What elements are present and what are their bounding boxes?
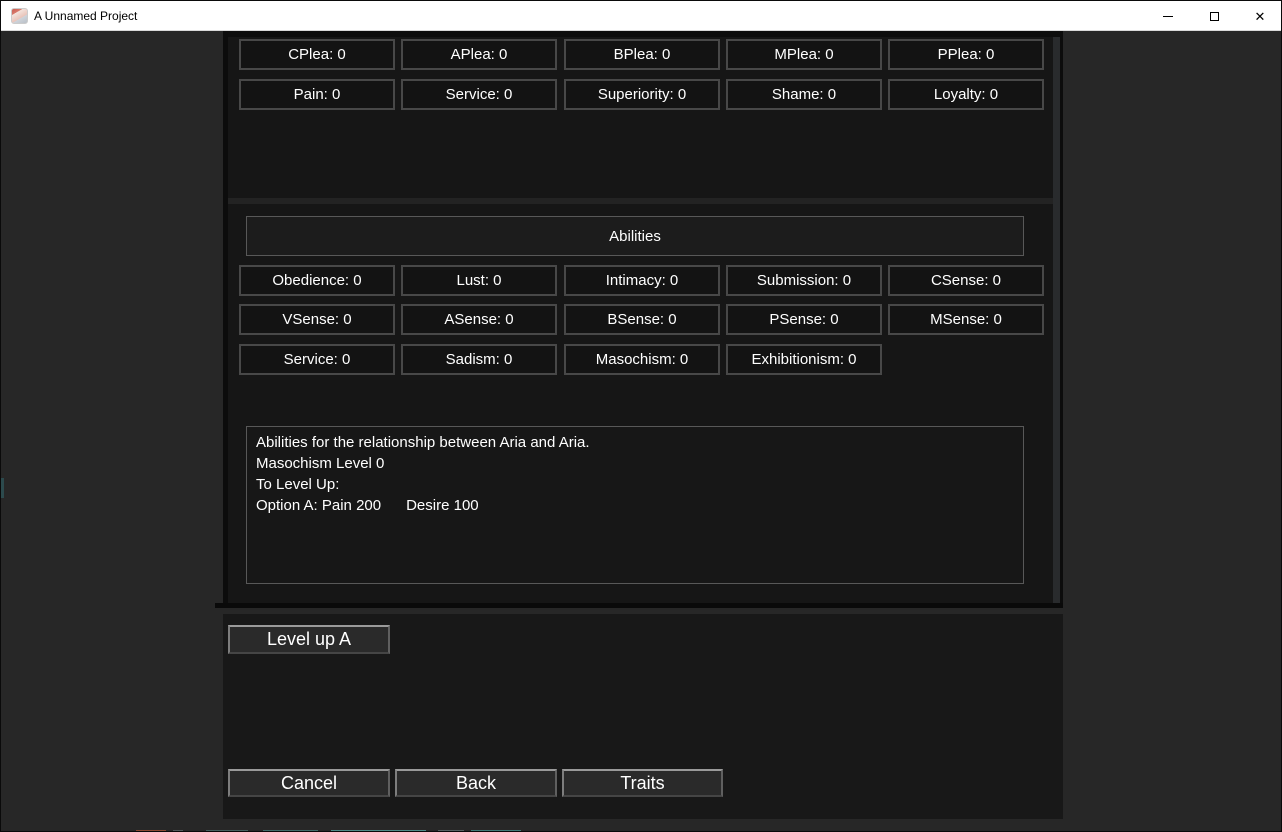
- back-button[interactable]: Back: [395, 769, 557, 797]
- ability-csense[interactable]: CSense: 0: [888, 265, 1044, 296]
- viewport-border-right: [1060, 31, 1063, 608]
- ability-masochism[interactable]: Masochism: 0: [564, 344, 720, 375]
- ability-bsense[interactable]: BSense: 0: [564, 304, 720, 335]
- stat-loyalty[interactable]: Loyalty: 0: [888, 79, 1044, 110]
- minimize-icon: [1163, 16, 1173, 17]
- titlebar[interactable]: A Unnamed Project ✕: [1, 1, 1281, 31]
- maximize-button[interactable]: [1191, 1, 1237, 31]
- description-line: Option A: Pain 200 Desire 100: [256, 495, 1014, 516]
- description-line: To Level Up:: [256, 474, 1014, 495]
- ability-exhibitionism[interactable]: Exhibitionism: 0: [726, 344, 882, 375]
- ability-obedience[interactable]: Obedience: 0: [239, 265, 395, 296]
- ability-submission[interactable]: Submission: 0: [726, 265, 882, 296]
- stat-pplea[interactable]: PPlea: 0: [888, 39, 1044, 70]
- left-edge-artifact: [1, 478, 4, 498]
- minimize-button[interactable]: [1145, 1, 1191, 31]
- ability-lust[interactable]: Lust: 0: [401, 265, 557, 296]
- ability-sadism[interactable]: Sadism: 0: [401, 344, 557, 375]
- stat-cplea[interactable]: CPlea: 0: [239, 39, 395, 70]
- stat-superiority[interactable]: Superiority: 0: [564, 79, 720, 110]
- description-line: Abilities for the relationship between A…: [256, 432, 1014, 453]
- maximize-icon: [1210, 12, 1219, 21]
- stat-shame[interactable]: Shame: 0: [726, 79, 882, 110]
- ability-psense[interactable]: PSense: 0: [726, 304, 882, 335]
- level-up-a-button[interactable]: Level up A: [228, 625, 390, 654]
- cancel-button[interactable]: Cancel: [228, 769, 390, 797]
- vertical-scrollbar[interactable]: [1053, 37, 1060, 603]
- ability-service[interactable]: Service: 0: [239, 344, 395, 375]
- app-window: A Unnamed Project ✕ CPlea: 0 APlea: 0 BP…: [0, 0, 1282, 832]
- ability-msense[interactable]: MSense: 0: [888, 304, 1044, 335]
- ability-description: Abilities for the relationship between A…: [246, 426, 1024, 584]
- viewport-border-left: [223, 31, 228, 608]
- close-icon: ✕: [1255, 10, 1266, 23]
- description-line: Masochism Level 0: [256, 453, 1014, 474]
- ability-asense[interactable]: ASense: 0: [401, 304, 557, 335]
- ability-intimacy[interactable]: Intimacy: 0: [564, 265, 720, 296]
- stat-aplea[interactable]: APlea: 0: [401, 39, 557, 70]
- viewport-border-bottom: [215, 603, 1063, 608]
- window-title: A Unnamed Project: [34, 1, 137, 31]
- stat-pain[interactable]: Pain: 0: [239, 79, 395, 110]
- stat-bplea[interactable]: BPlea: 0: [564, 39, 720, 70]
- stat-service[interactable]: Service: 0: [401, 79, 557, 110]
- stat-mplea[interactable]: MPlea: 0: [726, 39, 882, 70]
- close-button[interactable]: ✕: [1237, 1, 1282, 31]
- abilities-header: Abilities: [246, 216, 1024, 256]
- app-icon: [11, 8, 28, 24]
- traits-button[interactable]: Traits: [562, 769, 723, 797]
- ability-vsense[interactable]: VSense: 0: [239, 304, 395, 335]
